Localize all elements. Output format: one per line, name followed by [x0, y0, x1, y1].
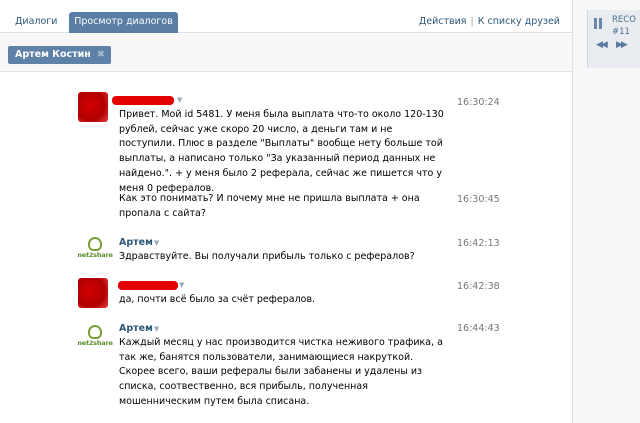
net2share-logo-text: net2share: [77, 251, 113, 259]
message: ▼ 16:42:38 да, почти всё было за счёт ре…: [0, 277, 572, 313]
redacted-author-name: [112, 96, 174, 105]
message: net2share Артем▼ 16:44:43 Каждый месяц у…: [0, 320, 572, 415]
tab-dialogs[interactable]: Диалоги: [6, 12, 66, 33]
message-text: Каждый месяц у нас производится чистка н…: [119, 337, 443, 407]
message: ▼ 16:30:24 Привет. Мой id 5481. У меня б…: [0, 92, 572, 194]
message-time: 16:42:13: [457, 238, 500, 249]
tab-view-dialogs[interactable]: Просмотр диалогов: [69, 12, 178, 33]
avatar[interactable]: net2share: [77, 236, 113, 266]
net2share-logo-icon: [88, 237, 102, 251]
author-name[interactable]: Артем▼: [119, 237, 159, 248]
avatar[interactable]: [78, 92, 108, 122]
message-text: да, почти всё было за счёт рефералов.: [119, 294, 316, 305]
author-dropdown[interactable]: ▼: [176, 94, 182, 105]
message-time: 16:30:24: [457, 97, 500, 108]
audio-player: RECO #11 ◀◀ ▶▶: [587, 10, 640, 68]
net2share-logo-icon: [88, 325, 102, 339]
player-track-number: #11: [612, 27, 630, 37]
chevron-down-icon: ▼: [153, 239, 160, 247]
rewind-icon[interactable]: ◀◀: [596, 40, 608, 50]
message: 16:30:45 Как это понимать? И почему мне …: [0, 192, 572, 226]
pause-icon[interactable]: [593, 18, 603, 29]
tab-bar: Диалоги Просмотр диалогов Действия | К спи…: [0, 0, 572, 33]
message-text: Как это понимать? И почему мне не пришла…: [119, 193, 420, 219]
avatar[interactable]: net2share: [77, 324, 113, 354]
message-time: 16:42:38: [457, 281, 500, 292]
message-text: Привет. Мой id 5481. У меня была выплата…: [119, 109, 444, 194]
message: net2share Артем▼ 16:42:13 Здравствуйте. …: [0, 234, 572, 270]
author-name[interactable]: Артем▼: [119, 323, 159, 334]
fast-forward-icon[interactable]: ▶▶: [616, 40, 628, 50]
filter-chip[interactable]: Артем Костин ✖: [8, 46, 111, 64]
redacted-author-name: [118, 281, 178, 290]
avatar[interactable]: [78, 278, 108, 308]
message-time: 16:44:43: [457, 323, 500, 334]
actions-link[interactable]: Действия: [419, 16, 467, 27]
filter-row: Артем Костин ✖: [0, 34, 572, 72]
separator: |: [470, 16, 474, 27]
player-title: RECO: [612, 15, 636, 25]
top-actions: Действия | К списку друзей: [419, 16, 560, 27]
to-friends-link[interactable]: К списку друзей: [478, 16, 560, 27]
message-time: 16:30:45: [457, 194, 500, 205]
author-dropdown[interactable]: ▼: [178, 279, 184, 290]
right-panel: RECO #11 ◀◀ ▶▶: [572, 0, 640, 423]
message-text: Здравствуйте. Вы получали прибыль только…: [119, 251, 415, 262]
close-icon[interactable]: ✖: [97, 49, 105, 60]
net2share-logo-text: net2share: [77, 339, 113, 347]
chevron-down-icon: ▼: [153, 325, 160, 333]
filter-chip-label: Артем Костин: [15, 49, 91, 60]
